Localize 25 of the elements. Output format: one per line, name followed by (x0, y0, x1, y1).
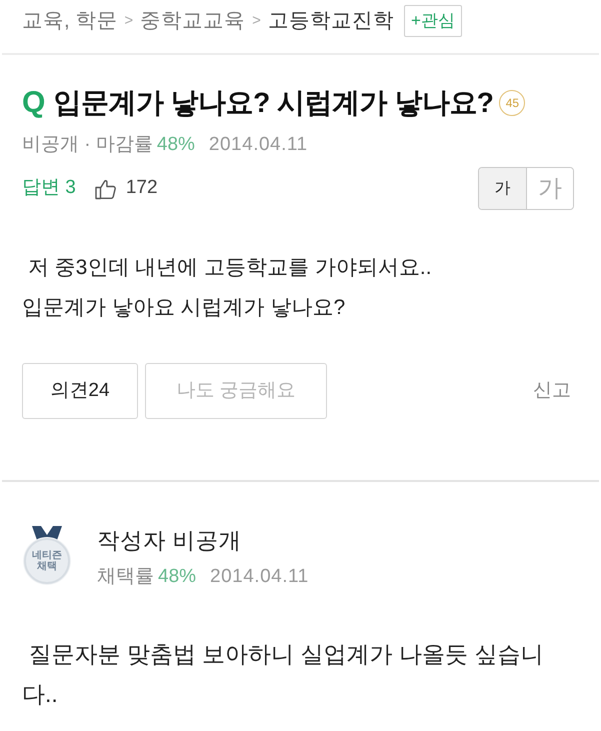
answer-count-link[interactable]: 답변 3 (22, 174, 76, 203)
breadcrumb-link[interactable]: 교육, 학문 (22, 6, 118, 36)
answer-author: 작성자 비공개 (97, 527, 242, 555)
adoption-rate-label: 채택률 (97, 565, 154, 589)
like-count: 172 (126, 176, 158, 200)
opinion-button[interactable]: 의견24 (22, 363, 138, 419)
breadcrumb-link[interactable]: 중학교교육 (140, 6, 246, 36)
author-label: 비공개 · 마감률 (22, 133, 153, 157)
medal-badge: 네티즌 채택 (24, 538, 70, 584)
answer-body: 질문자분 맞춤법 보아하니 실업계가 나올듯 싶습니다.. (22, 640, 544, 709)
follow-button[interactable]: +관심 (404, 5, 462, 37)
question-body: 저 중3인데 내년에 고등학교를 가야되서요.. 입문계가 낳아요 시럽계가 낳나요? (22, 255, 433, 321)
report-link[interactable]: 신고 (533, 376, 571, 406)
question-title: 입문계가 낳나요? 시럽계가 낳나요? (53, 86, 494, 120)
point-badge: 45 (499, 90, 526, 116)
question-mark-label: Q (22, 85, 46, 121)
font-size-button[interactable]: 가 (479, 168, 526, 209)
close-rate: 48% (156, 133, 195, 157)
adoption-rate: 48% (158, 565, 196, 589)
breadcrumb-separator: > (252, 10, 261, 31)
breadcrumb-separator: > (124, 10, 134, 31)
answer-date: 2014.04.11 (210, 565, 309, 589)
font-size-button[interactable]: 가 (526, 168, 573, 209)
breadcrumb-link[interactable]: 고등학교진학 (268, 6, 394, 36)
post-date: 2014.04.11 (208, 133, 308, 157)
